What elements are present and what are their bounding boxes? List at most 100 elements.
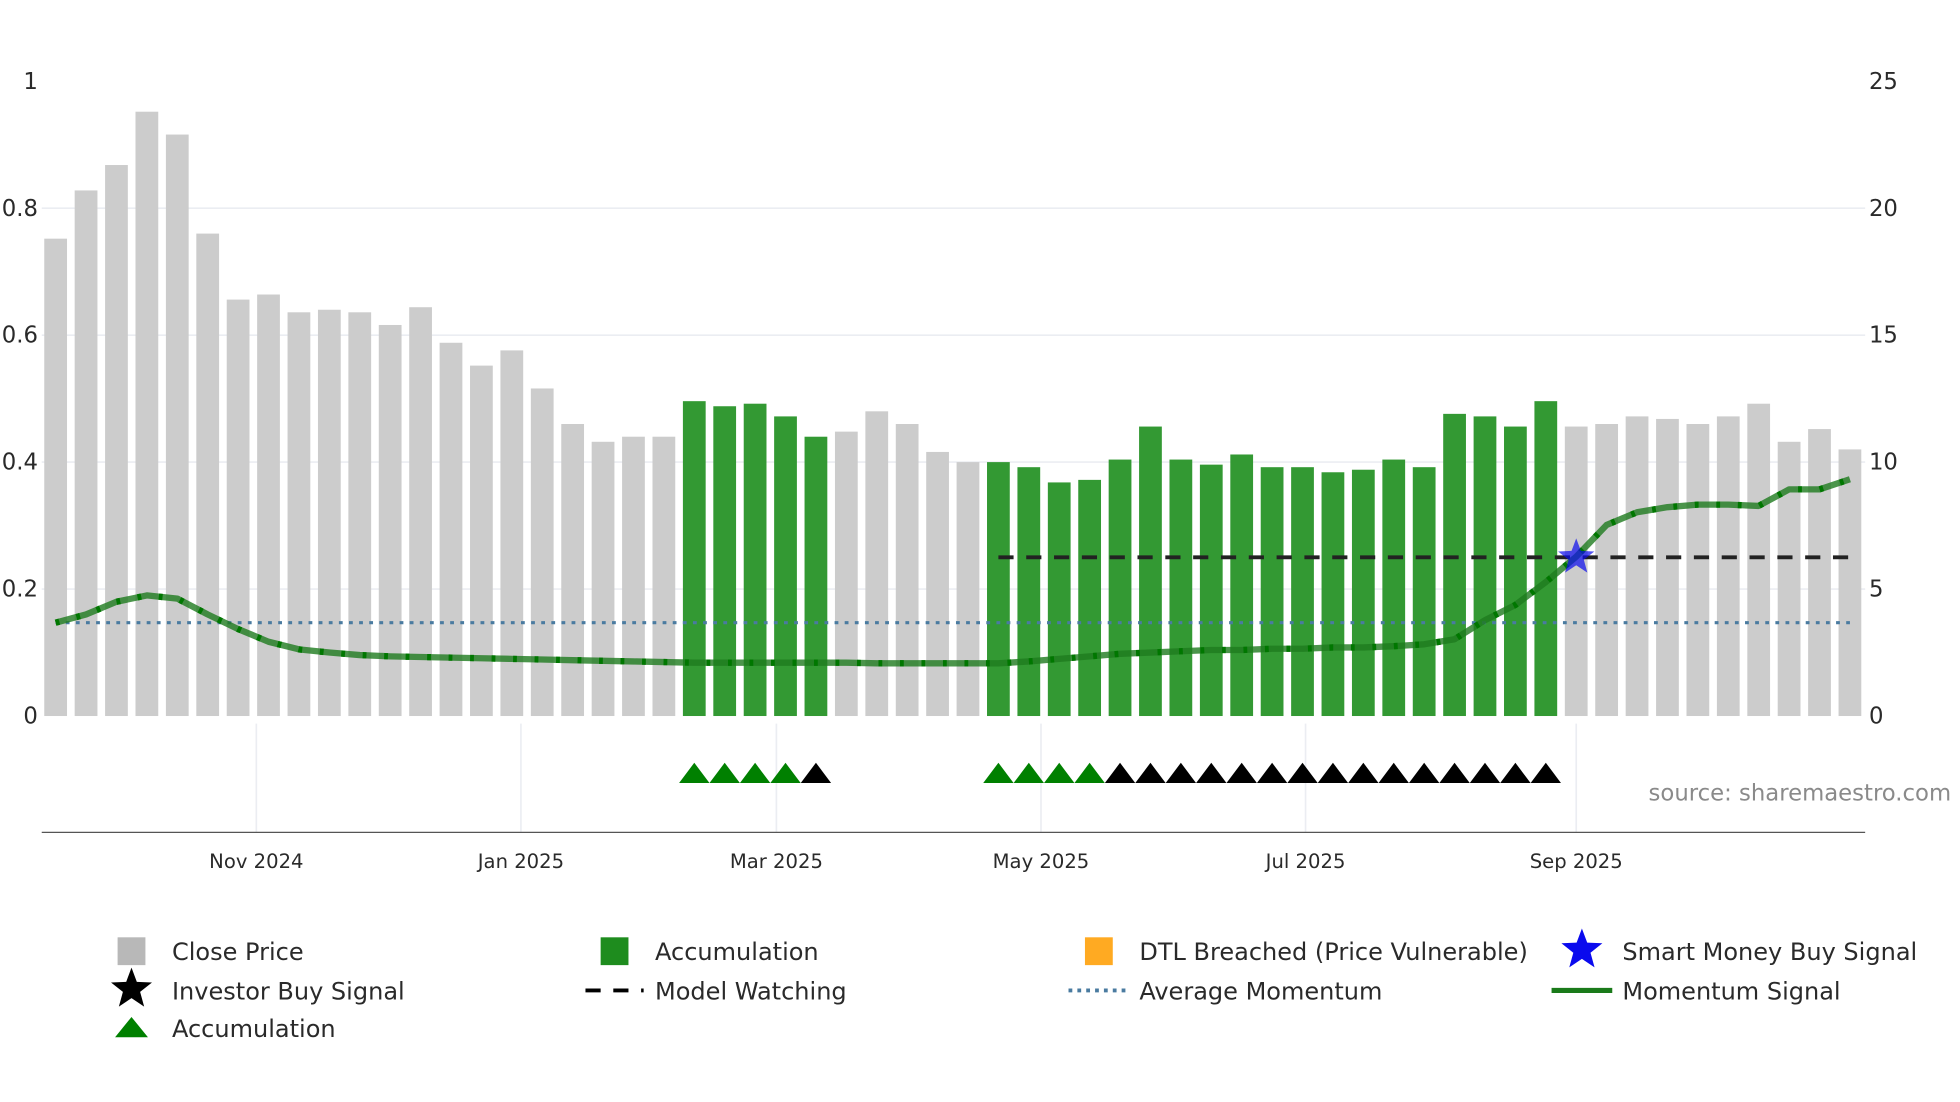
accumulation-bar [1139,426,1162,717]
close-price-bar [257,294,280,717]
close-price-bar [1625,416,1649,717]
close-price-bar [196,233,220,717]
grid [41,207,1866,833]
close-price-bar [105,165,128,717]
legend-label: DTL Breached (Price Vulnerable) [1139,938,1528,966]
legend-item: Accumulation [115,1015,336,1043]
accumulation-bar [1199,464,1223,717]
blue-star-icon [1561,928,1603,968]
x-tick-label: Mar 2025 [730,850,823,873]
accumulation-bar [1230,454,1254,717]
accumulation-bar [1108,459,1132,717]
investor-buy-triangle-marker [800,762,832,784]
accumulation-bar [1443,413,1466,717]
close-price-bar [865,411,889,717]
x-tick-label: Jul 2025 [1264,850,1346,873]
investor-buy-triangle-marker [1378,762,1409,784]
investor-buy-triangle-marker [1135,762,1166,784]
right-tick-label: 10 [1869,450,1898,476]
legend: Close Price Accumulation DTL Breached (Pri… [111,928,1917,1043]
green-square-icon [600,937,629,966]
close-price-bar [1686,424,1710,717]
x-tick-label: May 2025 [993,850,1090,873]
accumulation-triangle-marker [679,762,710,784]
accumulation-bar [1169,459,1193,717]
legend-label: Close Price [172,938,304,966]
close-price-bar [1747,403,1771,717]
legend-label: Accumulation [172,1015,336,1043]
accumulation-bar [713,406,737,717]
accumulation-bar [1382,459,1406,717]
legend-label: Model Watching [655,977,847,1005]
investor-buy-triangle-marker [1348,762,1379,784]
accumulation-triangle-marker [1044,762,1075,784]
legend-item: Accumulation [600,937,819,966]
black-star-icon [111,967,152,1007]
legend-item: Close Price [117,937,304,966]
close-price-bar [561,424,585,717]
close-price-bar [622,436,645,717]
investor-buy-triangle-marker [1317,762,1349,784]
legend-item: Average Momentum [1068,977,1382,1005]
accumulation-bar [987,462,1010,717]
left-tick-label: 1 [23,69,37,95]
close-price-bar [530,388,554,717]
accumulation-bar [1412,467,1436,717]
legend-item: Smart Money Buy Signal [1561,928,1917,968]
legend-item: Momentum Signal [1551,977,1841,1005]
green-triangle-icon [115,1016,148,1038]
accumulation-bar [1473,416,1497,717]
accumulation-triangle-marker [770,762,801,784]
left-tick-label: 0.8 [2,196,38,222]
investor-buy-triangle-marker [1439,762,1470,784]
legend-label: Momentum Signal [1622,977,1840,1005]
accumulation-bar [1504,426,1527,717]
close-price-bar [895,424,919,717]
accumulation-bar [1291,467,1314,717]
x-tick-label: Sep 2025 [1530,850,1623,873]
accumulation-bar [804,436,828,717]
investor-buy-triangle-marker [1287,762,1318,784]
legend-label: Investor Buy Signal [172,977,405,1005]
x-tick-label: Jan 2025 [476,850,564,873]
grey-square-icon [117,937,146,966]
left-tick-label: 0.6 [2,323,38,349]
right-tick-label: 25 [1869,69,1898,95]
legend-item: Model Watching [585,977,847,1005]
x-tick-label: Nov 2024 [209,850,303,873]
left-tick-label: 0.2 [2,577,38,603]
investor-buy-triangle-marker [1226,762,1257,784]
accumulation-bar [1078,479,1102,717]
accumulation-bar [682,401,706,717]
left-tick-label: 0 [23,704,37,730]
investor-buy-triangle-marker [1104,762,1136,784]
chart: 00.20.40.60.810510152025Nov 2024 Jan 2025… [2,69,1952,1043]
close-price-bar [1716,416,1740,717]
orange-square-icon [1084,937,1113,966]
left-tick-label: 0.4 [2,450,38,476]
close-price-bar [287,312,311,717]
right-tick-label: 20 [1869,196,1898,222]
close-price-bar [956,462,980,717]
close-price-bar [135,111,159,717]
close-price-bar [1838,449,1862,717]
investor-buy-triangle-marker [1196,762,1227,784]
accumulation-bar [1260,467,1284,717]
investor-buy-triangle-marker [1530,762,1561,784]
accumulation-triangle-marker [709,762,740,784]
investor-buy-triangle-marker [1469,762,1501,784]
close-price-bar [1808,429,1831,717]
investor-buy-triangle-marker [1500,762,1531,784]
close-price-bar [1656,418,1679,717]
investor-buy-triangle-marker [1256,762,1288,784]
accumulation-bar [1351,469,1375,717]
accumulation-triangle-marker [1013,762,1044,784]
close-price-bar [652,436,676,717]
legend-label: Smart Money Buy Signal [1622,938,1917,966]
source-label: source: sharemaestro.com [1649,781,1952,807]
accumulation-bar [1321,472,1345,717]
legend-label: Average Momentum [1139,977,1382,1005]
close-price-bar [1564,426,1588,717]
bars [44,111,1862,717]
investor-buy-triangle-marker [1408,762,1440,784]
